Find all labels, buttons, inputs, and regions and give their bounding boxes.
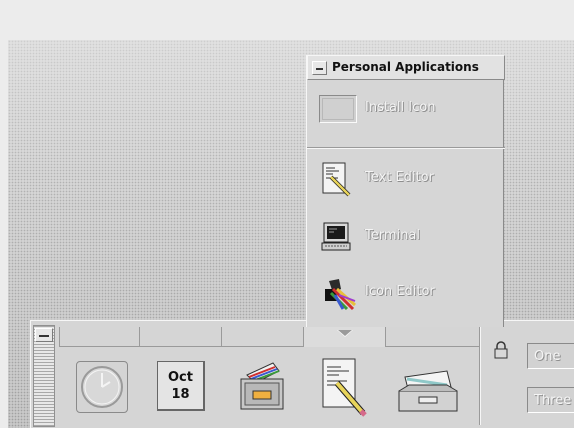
front-panel-calendar[interactable]: Oct 18 xyxy=(143,349,223,427)
front-panel-mail[interactable] xyxy=(389,349,469,427)
subpanel-arrow-clock[interactable] xyxy=(59,327,139,347)
terminal-icon xyxy=(321,222,351,251)
file-manager-icon xyxy=(240,362,284,410)
front-panel-minimize-button[interactable] xyxy=(35,328,53,342)
subpanel-arrow-files[interactable] xyxy=(221,327,303,347)
workspace-label: Three xyxy=(534,393,572,408)
subpanel-item-install-icon[interactable]: Install Icon xyxy=(317,91,497,127)
subpanel-minimize-button[interactable] xyxy=(312,61,327,75)
install-icon xyxy=(319,95,357,123)
subpanel-arrow-strip xyxy=(59,327,479,347)
front-panel-clock[interactable] xyxy=(61,349,141,427)
text-editor-icon xyxy=(322,358,367,417)
subpanel-item-label: Terminal xyxy=(365,228,420,243)
subpanel-divider xyxy=(307,147,505,149)
subpanel-item-terminal[interactable]: Terminal xyxy=(317,219,497,255)
subpanel-item-label: Text Editor xyxy=(365,170,434,185)
calendar-day: 18 xyxy=(171,387,190,402)
front-panel-text-editor[interactable] xyxy=(307,349,387,427)
subpanel-item-text-editor[interactable]: Text Editor xyxy=(317,161,497,197)
workspace-button-three[interactable]: Three xyxy=(527,387,574,413)
icon-editor-icon xyxy=(325,279,356,311)
chevron-down-icon xyxy=(336,330,353,337)
mail-icon xyxy=(398,370,458,412)
subpanel-arrow-personal-apps[interactable] xyxy=(303,327,385,347)
subpanel-title: Personal Applications xyxy=(332,60,479,74)
subpanel-item-icon-editor[interactable]: Icon Editor xyxy=(317,275,497,311)
calendar-month: Oct xyxy=(168,370,193,385)
text-editor-icon xyxy=(322,162,351,197)
subpanel-arrow-calendar[interactable] xyxy=(139,327,221,347)
personal-applications-subpanel: Personal Applications Install Icon Text … xyxy=(306,55,505,327)
subpanel-item-label: Install Icon xyxy=(365,100,436,115)
lock-icon[interactable] xyxy=(493,341,509,359)
workspace-button-one[interactable]: One xyxy=(527,343,574,369)
subpanel-item-label: Icon Editor xyxy=(365,284,435,299)
calendar-icon: Oct 18 xyxy=(157,361,205,411)
clock-icon xyxy=(76,361,128,413)
workspace-label: One xyxy=(534,349,561,364)
subpanel-arrow-mail[interactable] xyxy=(385,327,467,347)
subpanel-title-bar: Personal Applications xyxy=(307,55,505,80)
front-panel-divider xyxy=(479,325,481,425)
front-panel: Oct 18 One Three xyxy=(30,320,574,428)
front-panel-file-manager[interactable] xyxy=(225,349,305,427)
